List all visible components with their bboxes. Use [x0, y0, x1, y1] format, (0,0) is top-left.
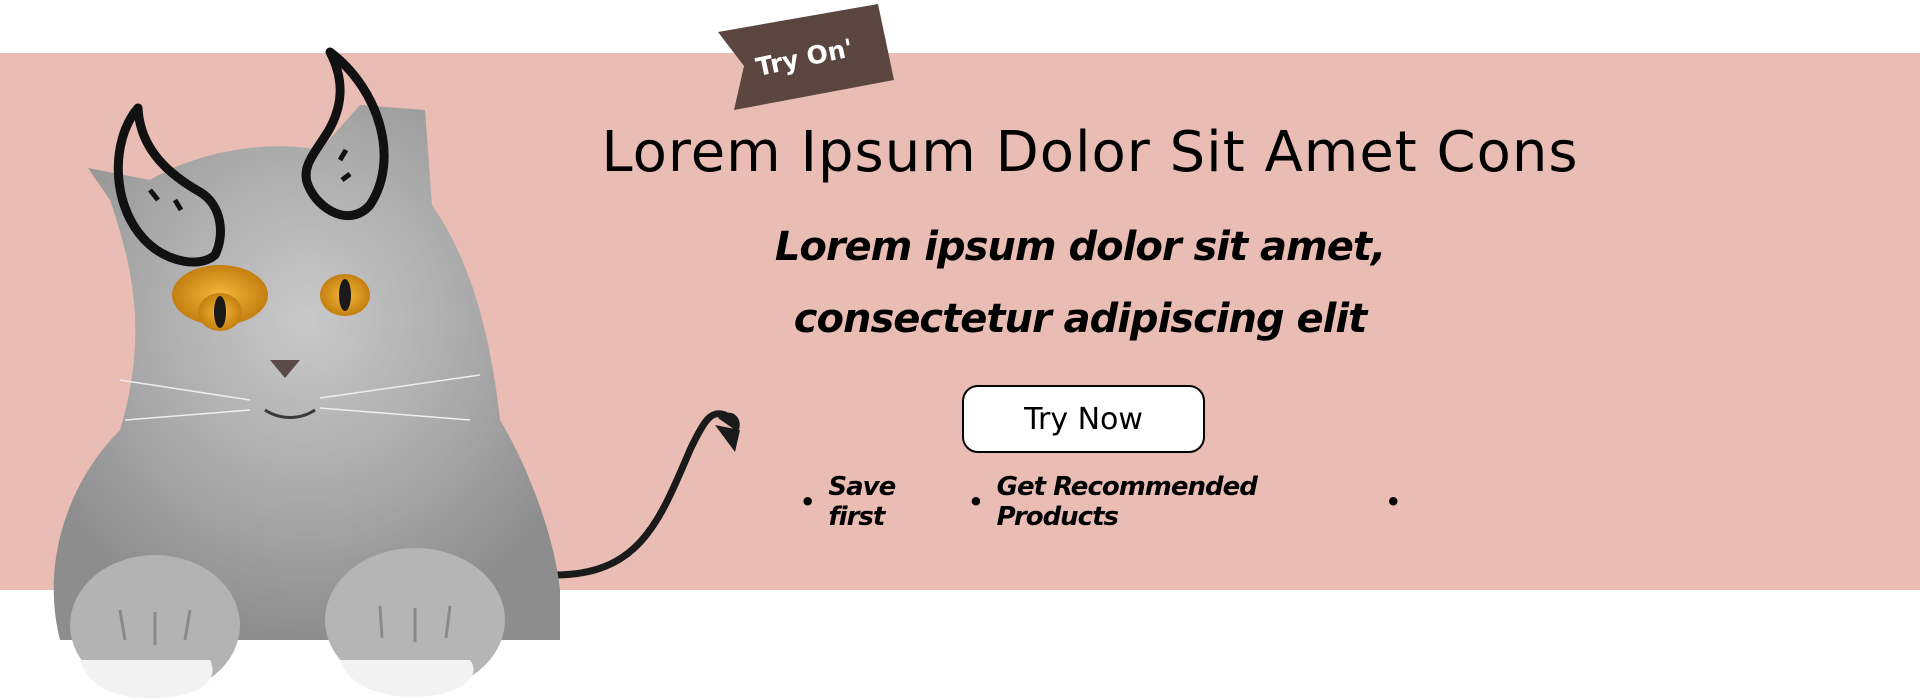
- feature-item-recommended: Get Recommended Products: [996, 472, 1258, 532]
- try-now-button[interactable]: Try Now: [962, 385, 1205, 453]
- devil-tail: [551, 410, 729, 579]
- subtitle-line-1: Lorem ipsum dolor sit amet,: [774, 224, 1386, 270]
- cat-illustration: [53, 47, 740, 699]
- feature-list: • Save first • Get Recommended Products …: [800, 472, 1401, 532]
- subtitle-line-2: consectetur adipiscing elit: [793, 296, 1367, 342]
- try-on-tag: Try On': [710, 4, 900, 116]
- bullet-separator: •: [968, 488, 983, 516]
- bullet-separator: •: [1385, 488, 1401, 516]
- feature-item-save-first: Save first: [828, 472, 896, 532]
- page-title: Lorem Ipsum Dolor Sit Amet Cons: [601, 120, 1579, 185]
- bullet-separator: •: [800, 488, 815, 516]
